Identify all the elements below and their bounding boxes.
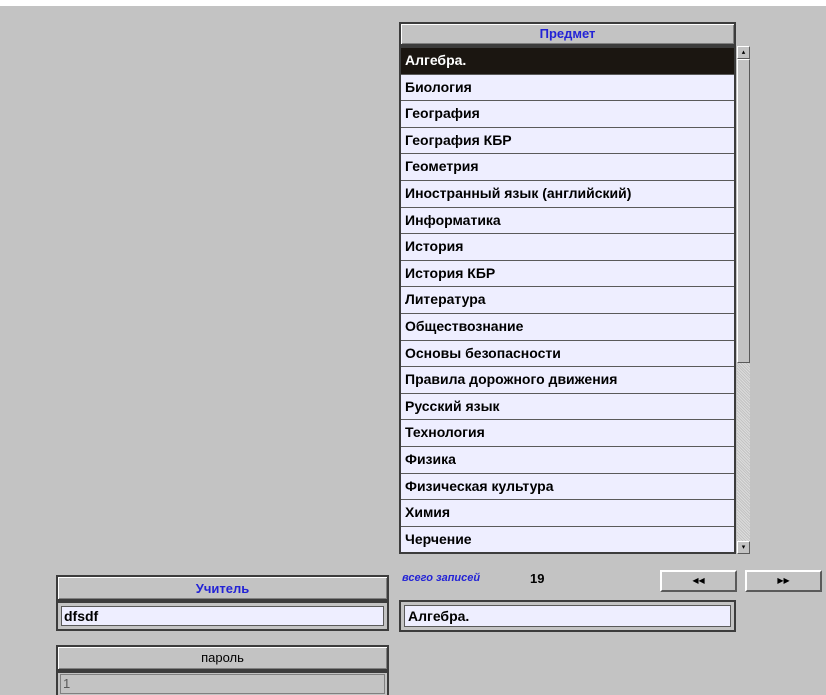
subject-list-item[interactable]: История КБР [401,260,734,288]
subject-list-scrollbar[interactable]: ▴ ▾ [737,46,750,554]
records-total-count: 19 [530,571,545,586]
teacher-header: Учитель [56,575,389,601]
next-record-button[interactable]: ▶▶ [745,570,822,592]
password-field: 1 [56,671,389,695]
scroll-down-button[interactable]: ▾ [737,541,750,554]
subject-list-item[interactable]: Физическая культура [401,473,734,501]
subject-list-item[interactable]: Правила дорожного движения [401,367,734,394]
subject-list-item[interactable]: Информатика [401,207,734,235]
scroll-up-button[interactable]: ▴ [737,46,750,59]
password-header: пароль [56,645,389,671]
subject-list-item[interactable]: Литература [401,287,734,314]
subject-list-item[interactable]: Алгебра. [401,48,734,75]
subject-list-item[interactable]: Технология [401,420,734,447]
current-subject-value[interactable]: Алгебра. [404,605,731,627]
subject-column-header: Предмет [399,22,736,46]
subject-list-item[interactable]: Физика [401,446,734,474]
rewind-icon: ◀◀ [692,576,705,585]
password-input[interactable]: 1 [60,674,385,694]
records-total-label: всего записей [402,572,481,584]
subject-list-item[interactable]: Химия [401,500,734,527]
subject-list-item[interactable]: История [401,234,734,261]
fast-forward-icon: ▶▶ [777,576,790,585]
subject-list-item[interactable]: Биология [401,74,734,102]
subject-list-item[interactable]: География КБР [401,127,734,155]
teacher-field: dfsdf [56,601,389,631]
subject-list-item[interactable]: Обществознание [401,313,734,341]
prev-record-button[interactable]: ◀◀ [660,570,737,592]
top-border [0,0,826,6]
subject-list-item[interactable]: Иностранный язык (английский) [401,180,734,208]
subject-list-item[interactable]: Русский язык [401,393,734,421]
subject-list-item[interactable]: Основы безопасности [401,340,734,368]
scroll-thumb[interactable] [737,59,750,363]
subject-list-item[interactable]: Черчение [401,526,734,552]
subject-list[interactable]: Алгебра. Биология География География КБР Ге… [399,46,736,554]
subject-list-item[interactable]: География [401,101,734,128]
teacher-input[interactable]: dfsdf [61,606,384,626]
subject-list-item[interactable]: Геометрия [401,154,734,181]
current-subject-field: Алгебра. [399,600,736,632]
